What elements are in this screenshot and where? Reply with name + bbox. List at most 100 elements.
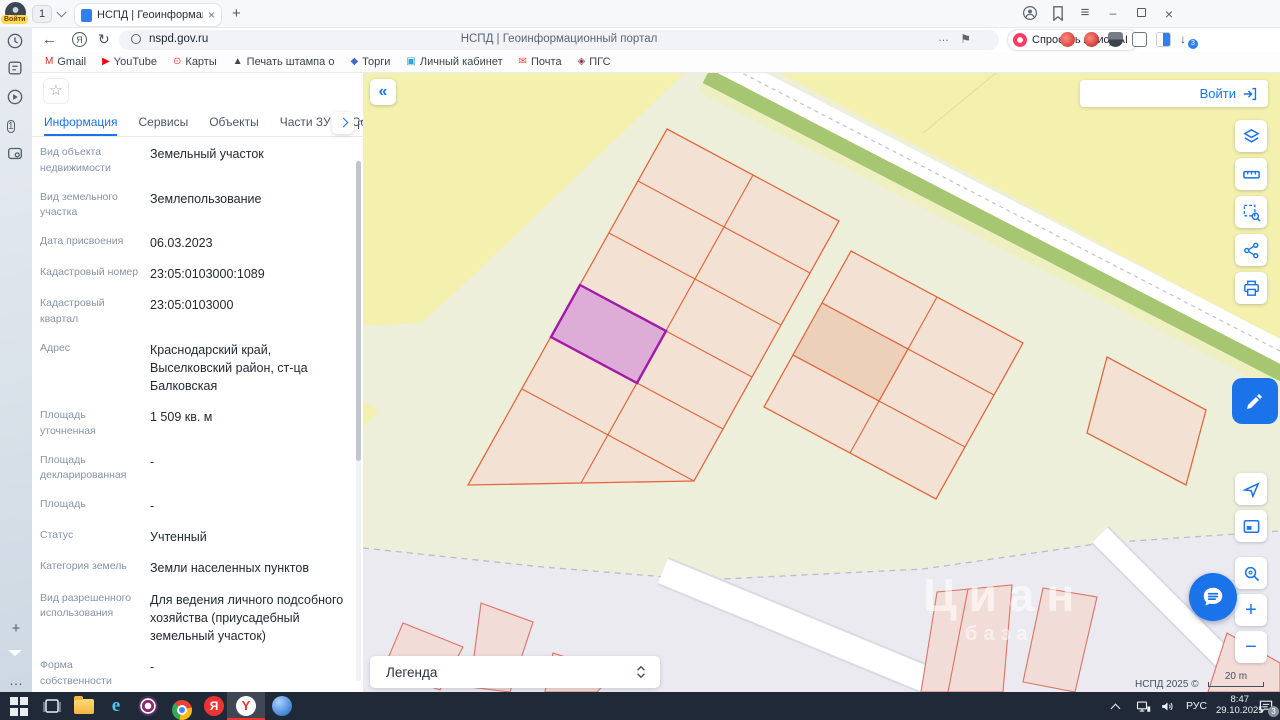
scrollbar-thumb[interactable] [356,161,361,461]
downloads-icon[interactable]: ↓ 3 [1180,32,1198,49]
extension-icon[interactable] [1084,32,1099,47]
refresh-icon[interactable]: ↻ [98,31,110,48]
alice-icon [1013,33,1027,47]
legend-bar[interactable]: Легенда [370,656,660,688]
attribute-label: Площадь уточненная [40,409,96,437]
panel-tab[interactable]: Сервисы [138,109,188,136]
tabs-scroll-right-button[interactable] [332,112,354,134]
attribute-value: 06.03.2023 [150,236,213,250]
attribute-label: Вид объекта недвижимости [40,146,111,174]
window-minimize-button[interactable]: – [1105,6,1121,20]
file-explorer-button[interactable] [74,696,94,716]
bookmark-item[interactable]: ▶ YouTube [102,56,157,68]
app-sphere-button[interactable] [272,696,292,716]
bookmark-favicon-icon: ⊙ [173,56,182,67]
measure-tool-button[interactable] [1235,158,1267,190]
legend-label: Легенда [386,664,438,680]
attribute-row: Площадь уточненная 1 509 кв. м [40,408,348,440]
task-view-button[interactable] [42,696,62,716]
attribute-value: 23:05:0103000:1089 [150,267,265,282]
play-circle-icon[interactable] [6,88,26,108]
app-circle-button[interactable] [138,696,158,716]
bookmark-item[interactable]: ◈ ПГС [578,56,611,68]
browser-menu-icon[interactable]: ≡ [1077,4,1093,21]
support-chat-button[interactable] [1189,573,1237,621]
bookmark-item[interactable]: M Gmail [45,56,86,68]
new-tab-button[interactable]: + [232,5,241,22]
collapse-panel-button[interactable]: « [370,79,396,105]
attribute-label: Статус [40,529,74,542]
attribute-value: - [150,659,155,674]
language-indicator[interactable]: РУС [1186,692,1207,720]
sidebar-more-icon[interactable]: … [6,672,26,692]
back-icon[interactable]: ← [42,31,57,48]
chevron-down-icon[interactable] [56,7,67,18]
area-select-tool-button[interactable] [1235,196,1267,228]
bookmark-item[interactable]: ⊙ Карты [173,56,217,68]
profile-login-badge[interactable]: Войти [1,15,29,24]
sidebar-add-icon[interactable]: + [6,620,26,640]
tab-close-icon[interactable]: × [208,8,215,22]
yandex-app-button[interactable]: Я [204,696,224,716]
bookmark-item[interactable]: ◆ Торги [350,56,390,68]
zoom-in-button[interactable]: + [1235,594,1267,626]
tabs-count-button[interactable]: 1 [7,116,27,136]
extension-icon[interactable] [1156,32,1171,47]
panel-tab[interactable]: Объекты [209,109,259,136]
legend-expand-icon[interactable] [634,664,648,680]
bookmark-label: Личный кабинет [419,56,503,68]
extensions-puzzle-icon[interactable] [1132,32,1147,47]
search-map-button[interactable] [1235,557,1267,589]
map-canvas[interactable]: Циан база « Войти + − Легенда НСПД 2025 … [363,73,1280,692]
collections-icon[interactable] [1051,6,1065,26]
bookmark-favicon-icon: ◆ [350,56,359,67]
yandex-browser-button[interactable]: Y [236,696,256,716]
bookmark-item[interactable]: ✉ Почта [519,56,562,68]
tab-group-counter[interactable]: 1 [32,5,52,23]
history-icon[interactable] [6,32,26,52]
attribute-label: Вид разрешенного использования [40,591,132,620]
internet-explorer-button[interactable]: e [106,696,126,716]
yandex-button[interactable]: Я [72,32,87,47]
mail-icon[interactable] [6,648,26,668]
panel-tab[interactable]: Информация [44,109,118,136]
browser-tab[interactable]: НСПД | Геоинформаци × [74,3,222,27]
more-icon[interactable]: … [938,32,949,44]
share-tool-button[interactable] [1235,234,1267,266]
extension-icon[interactable] [1060,32,1075,47]
overview-map-button[interactable] [1235,510,1267,542]
layers-tool-button[interactable] [1235,120,1267,152]
start-button[interactable] [10,696,30,716]
screenshot-icon[interactable] [6,144,26,164]
window-close-button[interactable]: × [1161,6,1177,22]
bookmark-item[interactable]: ▲ Печать штампа о [233,56,335,68]
attribute-row: Адрес Краснодарский край, Выселковский р… [40,341,348,395]
favorite-star-button[interactable]: ☆ [43,78,69,104]
url-field[interactable]: nspd.gov.ru НСПД | Геоинформационный пор… [119,30,999,50]
print-tool-button[interactable] [1235,272,1267,304]
feed-icon[interactable] [6,59,26,79]
map-login-button[interactable]: Войти [1080,80,1268,107]
clock[interactable]: 8:47 29.10.2025 [1216,692,1264,720]
attribute-row: Кадастровый квартал 23:05:0103000 [40,296,348,328]
tray-expand-icon[interactable] [1110,692,1121,720]
bookmark-label: Печать штампа о [246,56,335,68]
chrome-button[interactable] [172,700,192,720]
network-icon[interactable] [1136,692,1151,720]
browser-user-icon[interactable] [1022,5,1038,26]
panel-tab[interactable]: Части ЗУ [280,109,331,136]
bookmark-flag-icon[interactable]: ⚑ [960,32,971,46]
screen: Войти 1 НСПД | Геоинформаци × + ≡ – × ← … [0,0,1280,720]
window-restore-button[interactable] [1133,6,1149,20]
panel-scrollbar[interactable] [356,161,361,681]
bookmark-label: Gmail [57,56,87,68]
zoom-out-button[interactable]: − [1235,631,1267,663]
feedback-widget-button[interactable] [1232,378,1278,424]
volume-icon[interactable] [1160,692,1175,720]
geolocate-button[interactable] [1235,473,1267,505]
login-label: Войти [1199,86,1236,101]
bookmark-item[interactable]: ▣ Личный кабинет [406,56,502,68]
notifications-icon[interactable]: 3 [1258,692,1279,720]
extension-icon[interactable] [1108,32,1123,47]
download-count-badge: 3 [1188,39,1198,49]
